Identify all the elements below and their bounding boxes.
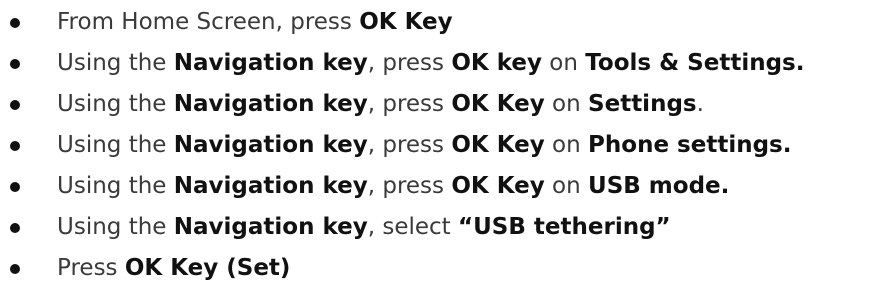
step-text: Using the bbox=[57, 173, 174, 199]
step-4: Using the Navigation key, press OK Key o… bbox=[0, 125, 874, 166]
step-2: Using the Navigation key, press OK key o… bbox=[0, 43, 874, 84]
step-text: From Home Screen, press bbox=[57, 9, 360, 35]
step-text: on bbox=[544, 91, 589, 117]
step-text: , press bbox=[367, 50, 452, 76]
bullet-icon bbox=[10, 18, 20, 28]
step-keyword: OK Key bbox=[451, 132, 545, 158]
step-text: , select bbox=[367, 214, 459, 240]
step-keyword: Navigation key bbox=[173, 173, 368, 199]
step-keyword: Phone settings. bbox=[588, 132, 792, 158]
step-text: Using the bbox=[57, 91, 174, 117]
step-keyword: Tools & Settings. bbox=[585, 50, 805, 76]
step-5: Using the Navigation key, press OK Key o… bbox=[0, 166, 874, 207]
step-keyword: Navigation key bbox=[173, 50, 368, 76]
bullet-icon bbox=[10, 223, 20, 233]
bullet-icon bbox=[10, 141, 20, 151]
step-keyword: OK Key bbox=[359, 9, 453, 35]
step-text: on bbox=[544, 132, 589, 158]
bullet-icon bbox=[10, 59, 20, 69]
instruction-list: From Home Screen, press OK Key Using the… bbox=[0, 2, 874, 289]
step-text: Using the bbox=[57, 132, 174, 158]
step-7: Press OK Key (Set) bbox=[0, 248, 874, 289]
step-text: , press bbox=[367, 132, 452, 158]
step-text: Using the bbox=[57, 214, 174, 240]
step-text: , press bbox=[367, 173, 452, 199]
step-keyword: Settings bbox=[588, 91, 697, 117]
step-text: . bbox=[696, 91, 704, 117]
step-keyword: Navigation key bbox=[173, 91, 368, 117]
step-text: Press bbox=[57, 255, 125, 281]
step-keyword: OK Key bbox=[451, 91, 545, 117]
step-keyword: OK Key bbox=[451, 173, 545, 199]
step-keyword: OK key bbox=[451, 50, 542, 76]
step-text: , press bbox=[367, 91, 452, 117]
step-keyword: “USB tethering” bbox=[458, 214, 671, 240]
step-keyword: Navigation key bbox=[173, 214, 368, 240]
bullet-icon bbox=[10, 264, 20, 274]
bullet-icon bbox=[10, 182, 20, 192]
step-1: From Home Screen, press OK Key bbox=[0, 2, 874, 43]
step-6: Using the Navigation key, select “USB te… bbox=[0, 207, 874, 248]
bullet-icon bbox=[10, 100, 20, 110]
step-keyword: USB mode. bbox=[588, 173, 730, 199]
step-3: Using the Navigation key, press OK Key o… bbox=[0, 84, 874, 125]
step-text: Using the bbox=[57, 50, 174, 76]
step-keyword: OK Key (Set) bbox=[124, 255, 291, 281]
step-keyword: Navigation key bbox=[173, 132, 368, 158]
step-text: on bbox=[544, 173, 589, 199]
step-text: on bbox=[542, 50, 586, 76]
